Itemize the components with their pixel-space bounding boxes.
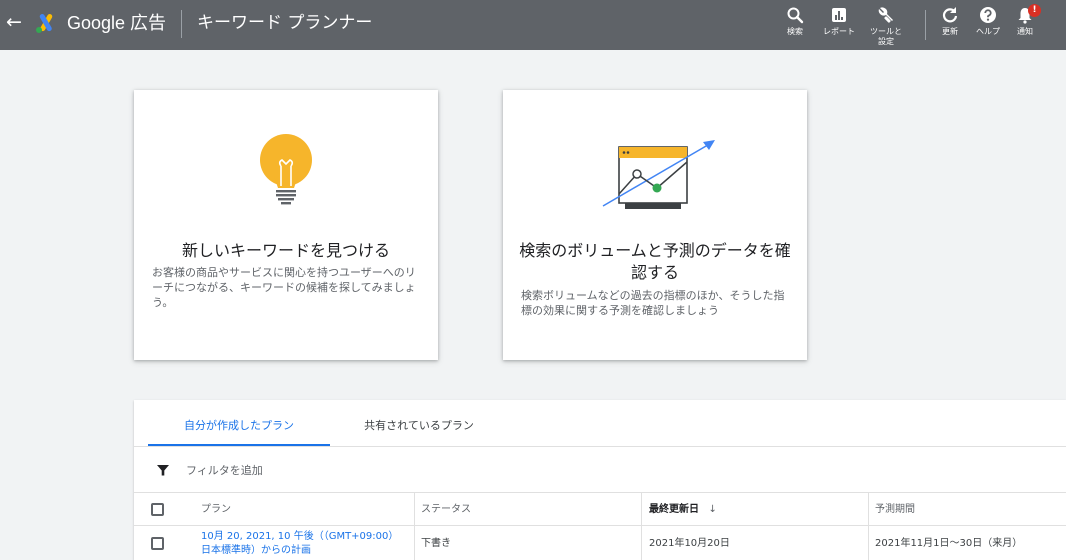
card-title: 新しいキーワードを見つける (181, 241, 390, 260)
row-checkbox[interactable] (151, 537, 164, 550)
plans-panel: 自分が作成したプラン 共有されているプラン フィルタを追加 プラン ステータス … (134, 400, 1066, 560)
search-label: 検索 (787, 27, 803, 36)
google-ads-logo (36, 14, 53, 33)
row-divider (134, 525, 1066, 526)
plan-name-link[interactable]: 10月 20, 2021, 10 午後（（GMT+09:00）日本標準時）からの… (201, 530, 399, 558)
column-header-last-updated[interactable]: 最終更新日 ↓ (649, 503, 717, 517)
plan-status: 下書き (421, 538, 451, 549)
card-title: 検索のボリュームと予測のデータを確認する (519, 241, 791, 282)
notifications-button[interactable]: ! 通知 (1002, 4, 1048, 37)
filter-icon (157, 465, 169, 476)
search-icon (787, 7, 804, 24)
search-button[interactable]: 検索 (772, 6, 818, 37)
back-arrow-icon[interactable]: ← (6, 12, 22, 32)
column-divider (641, 493, 642, 560)
tabs-divider (134, 446, 1066, 447)
reports-button[interactable]: レポート (816, 6, 862, 37)
notification-badge: ! (1028, 4, 1041, 17)
tools-settings-label: ツールと 設定 (870, 27, 902, 46)
refresh-icon (942, 7, 958, 23)
column-header-plan[interactable]: プラン (201, 503, 231, 517)
forecast-chart-icon (602, 140, 715, 209)
filter-label: フィルタを追加 (186, 464, 263, 477)
column-divider (414, 493, 415, 560)
card-description: お客様の商品やサービスに関心を持つユーザーへのリーチにつながる、キーワードの候補… (152, 266, 416, 309)
help-icon (980, 7, 996, 23)
column-header-status[interactable]: ステータス (421, 503, 471, 517)
wrench-icon (878, 7, 893, 23)
search-volume-forecast-card[interactable]: 検索のボリュームと予測のデータを確認する 検索ボリュームなどの過去の指標のほか、… (503, 90, 807, 360)
reports-label: レポート (823, 27, 855, 36)
top-bar: ← Google 広告 キーワード プランナー 検索 レポート ツールと 設定 (0, 0, 1066, 50)
plan-last-updated: 2021年10月20日 (649, 538, 730, 549)
last-updated-label: 最終更新日 (649, 504, 699, 515)
add-filter-button[interactable]: フィルタを追加 (156, 458, 263, 482)
plan-forecast-period: 2021年11月1日～30日（来月） (875, 538, 1023, 549)
toolbar-divider (925, 10, 926, 40)
notifications-label: 通知 (1017, 27, 1033, 36)
tools-settings-button[interactable]: ツールと 設定 (863, 6, 909, 47)
brand-name: Google 広告 (67, 13, 167, 33)
find-keywords-card[interactable]: 新しいキーワードを見つける お客様の商品やサービスに関心を持つユーザーへのリーチ… (134, 90, 438, 360)
sort-arrow-icon: ↓ (708, 504, 717, 515)
lightbulb-icon (260, 134, 312, 205)
column-header-forecast-period[interactable]: 予測期間 (875, 503, 915, 517)
tab-my-plans[interactable]: 自分が作成したプラン (148, 410, 330, 446)
column-divider (868, 493, 869, 560)
brand-divider (181, 10, 182, 38)
reports-icon (832, 8, 846, 22)
card-description: 検索ボリュームなどの過去の指標のほか、そうした指標の効果に関する予測を確認しまし… (521, 289, 785, 317)
select-all-checkbox[interactable] (151, 503, 164, 516)
table-header-divider (134, 492, 1066, 493)
tab-shared-plans[interactable]: 共有されているプラン (344, 410, 494, 446)
page-title: キーワード プランナー (197, 13, 373, 33)
